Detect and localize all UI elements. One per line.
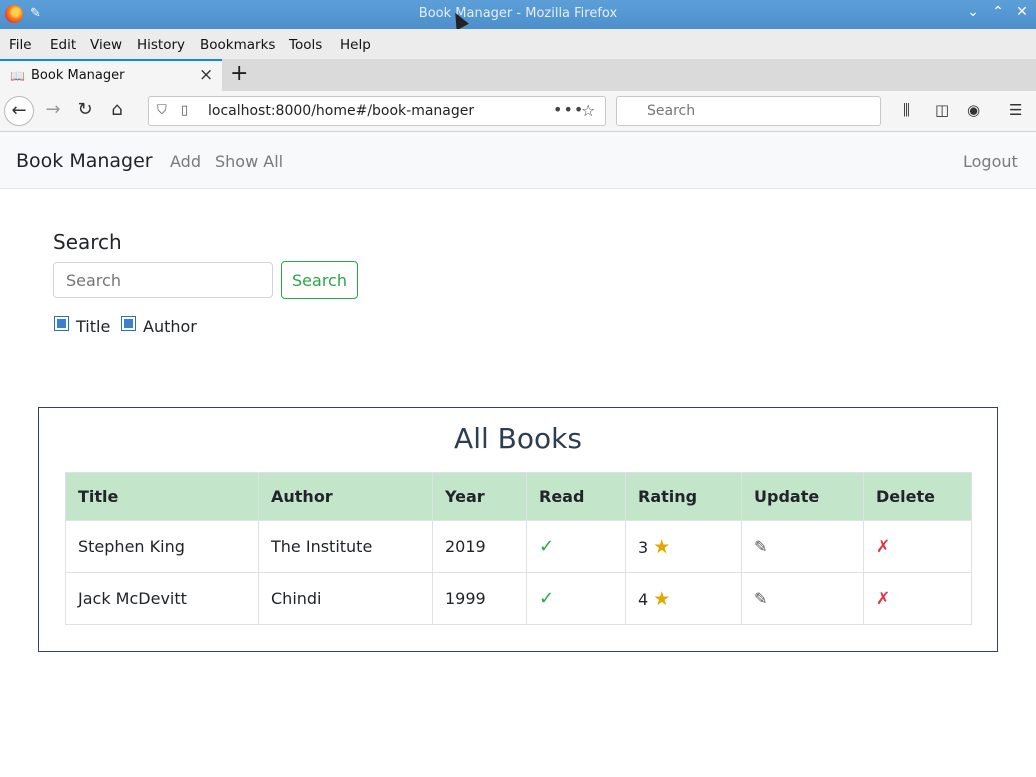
search-button[interactable]: Search [281,261,358,299]
menu-bookmarks[interactable]: Bookmarks [200,37,275,53]
star-icon: ★ [653,587,671,610]
close-tab-icon[interactable]: × [199,65,213,85]
page-actions-icon[interactable]: ••• [553,100,584,119]
shield-icon[interactable]: ⛉ [157,103,167,118]
menu-edit[interactable]: Edit [50,37,76,53]
table-row: Jack McDevitt Chindi 1999 ✓ 4 ★ ✎ ✗ [65,572,972,625]
cell-rating: 4 [638,589,649,609]
menu-bar: File Edit View History Bookmarks Tools H… [0,29,1036,59]
book-favicon-icon: 📖 [10,69,25,83]
author-filter-checkbox[interactable] [121,316,136,331]
author-filter-label: Author [143,317,197,336]
menu-history[interactable]: History [137,37,185,53]
col-read: Read [526,472,626,521]
cell-author: The Institute [258,520,433,573]
edit-pencil-icon[interactable]: ✎ [754,589,767,608]
bookmark-star-icon[interactable]: ☆ [581,101,595,120]
col-update: Update [741,472,864,521]
library-icon[interactable]: ⫼ [903,101,910,119]
menu-view[interactable]: View [90,37,122,53]
url-bar[interactable]: ⛉ ▯ localhost:8000/home#/book-manager ••… [148,96,606,126]
window-titlebar: ✎ Book Manager - Mozilla Firefox ⌄ ⌃ ✕ [0,0,1036,29]
delete-x-icon[interactable]: ✗ [876,537,890,557]
browser-search-input[interactable] [616,96,881,126]
cell-author: Chindi [258,572,433,625]
menu-help[interactable]: Help [340,37,371,53]
reload-icon[interactable]: ↻ [73,99,97,120]
title-filter-label: Title [76,317,111,336]
col-author: Author [258,472,433,521]
col-delete: Delete [863,472,972,521]
cell-title: Jack McDevitt [65,572,259,625]
tab-book-manager[interactable]: 📖 Book Manager × [0,59,222,91]
edit-pencil-icon[interactable]: ✎ [754,537,767,556]
nav-show-all-link[interactable]: Show All [215,152,283,171]
app-brand[interactable]: Book Manager [16,150,153,172]
nav-add-link[interactable]: Add [170,152,201,171]
table-row: Stephen King The Institute 2019 ✓ 3 ★ ✎ … [65,520,972,573]
sidebar-icon[interactable]: ◫ [935,101,949,119]
tab-bar: 📖 Book Manager × + [0,59,1036,91]
search-heading: Search [53,230,122,254]
books-title: All Books [454,422,582,455]
books-table: Title Author Year Read Rating Update Del… [65,472,972,625]
cell-rating: 3 [638,537,649,557]
cell-title: Stephen King [65,520,259,573]
navigation-bar: ← → ↻ ⌂ ⛉ ▯ localhost:8000/home#/book-ma… [0,91,1036,132]
home-icon[interactable]: ⌂ [105,99,129,120]
title-filter-checkbox[interactable] [54,316,69,331]
star-icon: ★ [653,535,671,558]
read-check-icon: ✓ [539,536,555,557]
read-check-icon: ✓ [539,588,555,609]
logout-link[interactable]: Logout [963,152,1018,171]
book-search-input[interactable] [53,262,273,298]
maximize-icon[interactable]: ⌃ [988,4,1008,20]
app-navbar: Book Manager Add Show All Logout [0,132,1036,189]
account-icon[interactable]: ◉ [967,101,980,119]
cell-year: 1999 [432,572,527,625]
minimize-icon[interactable]: ⌄ [963,4,983,20]
cell-year: 2019 [432,520,527,573]
back-icon[interactable]: ← [4,96,34,126]
delete-x-icon[interactable]: ✗ [876,589,890,609]
col-title: Title [65,472,259,521]
books-card: All Books Title Author Year Read Rating … [38,407,998,652]
close-window-icon[interactable]: ✕ [1012,4,1032,20]
url-text[interactable]: localhost:8000/home#/book-manager [208,103,474,119]
new-tab-icon[interactable]: + [230,61,248,86]
tab-label: Book Manager [31,68,125,83]
col-rating: Rating [625,472,742,521]
col-year: Year [432,472,527,521]
forward-icon[interactable]: → [41,99,65,120]
menu-tools[interactable]: Tools [289,37,322,53]
window-title: Book Manager - Mozilla Firefox [418,6,618,21]
hamburger-menu-icon[interactable]: ☰ [1009,101,1022,119]
table-header-row: Title Author Year Read Rating Update Del… [65,472,972,521]
page-info-icon[interactable]: ▯ [181,103,188,118]
menu-file[interactable]: File [9,37,32,53]
